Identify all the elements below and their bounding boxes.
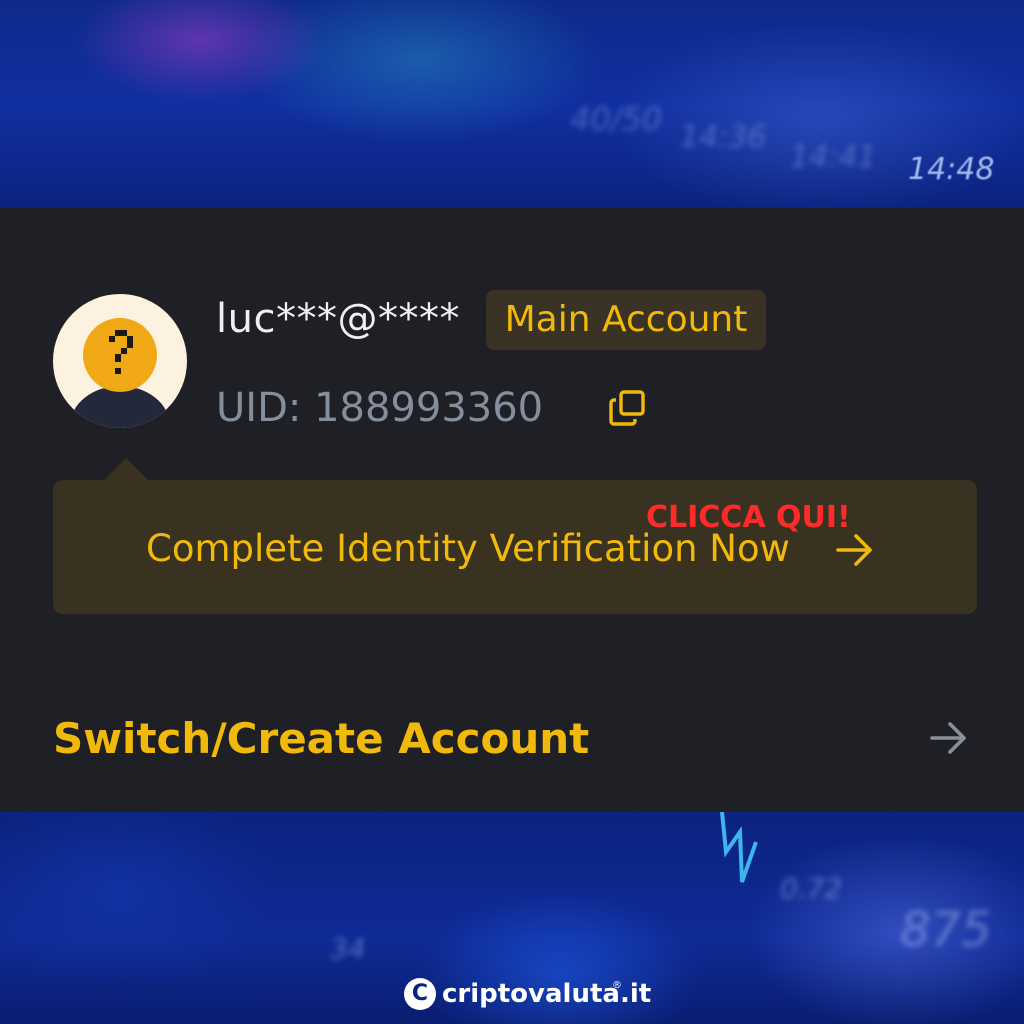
switch-create-account-link[interactable]: Switch/Create Account — [53, 710, 589, 768]
background-blur-text: 14:41 — [790, 140, 877, 175]
avatar-body — [70, 386, 170, 428]
brand-logo-letter: C — [411, 981, 429, 1006]
background-blur-text: 40/50 — [570, 100, 663, 138]
background-blur-text: 0.72 — [780, 872, 843, 905]
background-blur-text: 875 — [900, 902, 992, 958]
copy-icon[interactable] — [608, 388, 648, 428]
background-time-label: 14:48 — [908, 152, 995, 187]
account-email: luc***@**** — [216, 296, 460, 342]
click-here-annotation: CLICCA QUI! — [646, 500, 851, 535]
registered-mark: ® — [612, 980, 622, 991]
avatar[interactable] — [53, 294, 187, 428]
question-mark-icon — [109, 330, 133, 374]
main-account-badge-label: Main Account — [504, 299, 748, 340]
chart-line-decoration — [720, 812, 758, 883]
background-blur-text: 14:36 — [680, 120, 767, 155]
background-top: 40/50 14:36 14:41 14:48 — [0, 0, 1024, 208]
main-account-badge: Main Account — [486, 290, 766, 350]
verify-callout-pointer — [104, 458, 148, 480]
background-blur-text: 34 — [330, 932, 366, 965]
brand-logo-icon: C — [404, 978, 436, 1010]
arrow-right-icon[interactable] — [928, 718, 970, 758]
account-uid: UID: 188993360 — [216, 385, 544, 431]
